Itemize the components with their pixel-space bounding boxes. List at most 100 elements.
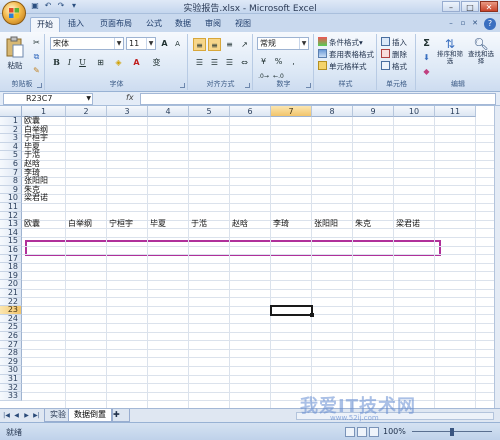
cell[interactable]: 李琦 [273, 220, 289, 229]
orientation-icon[interactable]: ↗ [238, 38, 251, 51]
fill-handle[interactable] [310, 312, 314, 317]
maximize-button[interactable]: □ [461, 1, 479, 12]
column-header[interactable]: 5 [189, 106, 230, 117]
insert-cells-button[interactable]: 插入 [381, 37, 407, 48]
cell[interactable]: 梁君诺 [396, 220, 420, 229]
align-middle-icon[interactable]: ≡ [208, 38, 221, 51]
align-right-icon[interactable]: ☰ [223, 56, 236, 69]
zoom-level[interactable]: 100% [383, 427, 406, 436]
column-header[interactable]: 3 [107, 106, 148, 117]
font-size-select[interactable]: 11 ▼ [126, 37, 156, 50]
bold-button[interactable]: B [50, 56, 63, 69]
font-family-select[interactable]: 宋体 ▼ [50, 37, 124, 50]
phonetic-icon[interactable]: 变 [150, 56, 163, 69]
help-icon[interactable]: ? [484, 18, 496, 30]
cell[interactable]: 赵晗 [232, 220, 248, 229]
cell[interactable]: 毕夏 [150, 220, 166, 229]
cell[interactable]: 于湉 [191, 220, 207, 229]
row-header[interactable]: 6 [0, 159, 22, 169]
first-sheet-icon[interactable]: |◀ [2, 411, 11, 420]
align-top-icon[interactable]: ≡ [193, 38, 206, 51]
tab-review[interactable]: 审阅 [205, 17, 221, 32]
column-header[interactable]: 4 [148, 106, 189, 117]
shrink-font-icon[interactable]: A [171, 38, 184, 51]
workbook-minimize-icon[interactable]: – [446, 18, 456, 28]
copy-icon[interactable]: ⧉ [30, 50, 43, 63]
workbook-close-icon[interactable]: ✕ [470, 18, 480, 28]
minimize-button[interactable]: – [442, 1, 460, 12]
align-center-icon[interactable]: ☰ [208, 56, 221, 69]
grow-font-icon[interactable]: A [158, 37, 171, 50]
zoom-slider-thumb[interactable] [450, 428, 454, 436]
close-button[interactable]: ✕ [480, 1, 498, 12]
cell[interactable]: 白举纲 [68, 220, 92, 229]
clear-icon[interactable]: ◆ [420, 65, 433, 78]
vertical-scrollbar[interactable] [494, 106, 500, 408]
row-header[interactable]: 1 [0, 116, 22, 126]
worksheet-grid[interactable]: 1 2 3 4 5 6 7 8 9 10 11 1 2 3 4 5 6 7 8 9 10 11 12 13 14 15 16 17 18… [0, 106, 494, 408]
prev-sheet-icon[interactable]: ◀ [12, 411, 21, 420]
row-header[interactable]: 4 [0, 142, 22, 152]
format-as-table-button[interactable]: 套用表格格式 [318, 49, 374, 60]
fill-icon[interactable]: ⬇ [420, 51, 433, 64]
comma-button[interactable]: , [287, 55, 300, 68]
merge-center-icon[interactable]: ⇔ [238, 56, 251, 69]
paste-button[interactable]: 粘贴 [4, 36, 26, 71]
underline-button[interactable]: U [76, 56, 89, 69]
italic-button[interactable]: I [63, 56, 76, 69]
page-layout-view-icon[interactable] [357, 427, 367, 437]
cell-styles-button[interactable]: 单元格样式 [318, 61, 367, 72]
sheet-tab-data-transpose[interactable]: 数据倒置 [68, 409, 112, 422]
page-break-view-icon[interactable] [369, 427, 379, 437]
column-header[interactable]: 7 [271, 106, 312, 117]
normal-view-icon[interactable] [345, 427, 355, 437]
active-cell[interactable] [270, 305, 313, 316]
number-format-select[interactable]: 常规 ▼ [257, 37, 309, 50]
office-button[interactable] [2, 1, 26, 25]
select-all-corner[interactable] [0, 106, 22, 117]
row-header[interactable]: 7 [0, 168, 22, 178]
last-sheet-icon[interactable]: ▶| [32, 411, 41, 420]
number-expand-icon[interactable] [306, 83, 311, 88]
autosum-button[interactable]: Σ [420, 37, 433, 50]
column-header[interactable]: 2 [66, 106, 107, 117]
delete-cells-button[interactable]: 删除 [381, 49, 407, 60]
format-cells-button[interactable]: 格式 [381, 61, 407, 72]
fill-color-icon[interactable]: ◈ [112, 56, 125, 69]
column-header[interactable]: 11 [435, 106, 476, 117]
tab-page-layout[interactable]: 页面布局 [100, 17, 132, 32]
name-box[interactable]: R23C7 ▼ [3, 93, 93, 105]
align-bottom-icon[interactable]: ≡ [223, 38, 236, 51]
cut-icon[interactable]: ✂ [30, 36, 43, 49]
formula-input[interactable] [140, 93, 496, 105]
row-header[interactable]: 33 [0, 392, 22, 401]
tab-formulas[interactable]: 公式 [146, 17, 162, 32]
font-expand-icon[interactable] [180, 83, 185, 88]
column-header[interactable]: 8 [312, 106, 353, 117]
tab-insert[interactable]: 插入 [68, 17, 84, 32]
percent-button[interactable]: % [272, 55, 285, 68]
insert-function-icon[interactable]: fx [126, 93, 134, 102]
conditional-format-button[interactable]: 条件格式▾ [318, 37, 363, 48]
clipboard-expand-icon[interactable] [37, 83, 42, 88]
tab-view[interactable]: 视图 [235, 17, 251, 32]
column-header[interactable]: 10 [394, 106, 435, 117]
cell[interactable]: 宁桓宇 [109, 220, 133, 229]
column-header[interactable]: 6 [230, 106, 271, 117]
insert-sheet-icon[interactable]: ✚ [112, 409, 130, 422]
cell[interactable]: 张阳阳 [314, 220, 338, 229]
cell[interactable]: 朱克 [355, 220, 371, 229]
tab-home[interactable]: 开始 [30, 17, 60, 32]
borders-icon[interactable]: ⊞ [94, 56, 107, 69]
sort-filter-button[interactable]: ⇅ 排序和筛选 [437, 37, 463, 65]
next-sheet-icon[interactable]: ▶ [22, 411, 31, 420]
tab-data[interactable]: 数据 [175, 17, 191, 32]
row-header[interactable]: 5 [0, 151, 22, 160]
workbook-restore-icon[interactable]: ▫ [458, 18, 468, 28]
row-header[interactable]: 2 [0, 125, 22, 135]
cell[interactable]: 欧囊 [24, 220, 40, 229]
currency-icon[interactable]: ¥ [257, 55, 270, 68]
find-select-button[interactable]: 🔍︎ 查找和选择 [467, 37, 495, 65]
column-header[interactable]: 9 [353, 106, 394, 117]
font-color-icon[interactable]: A [130, 56, 143, 69]
